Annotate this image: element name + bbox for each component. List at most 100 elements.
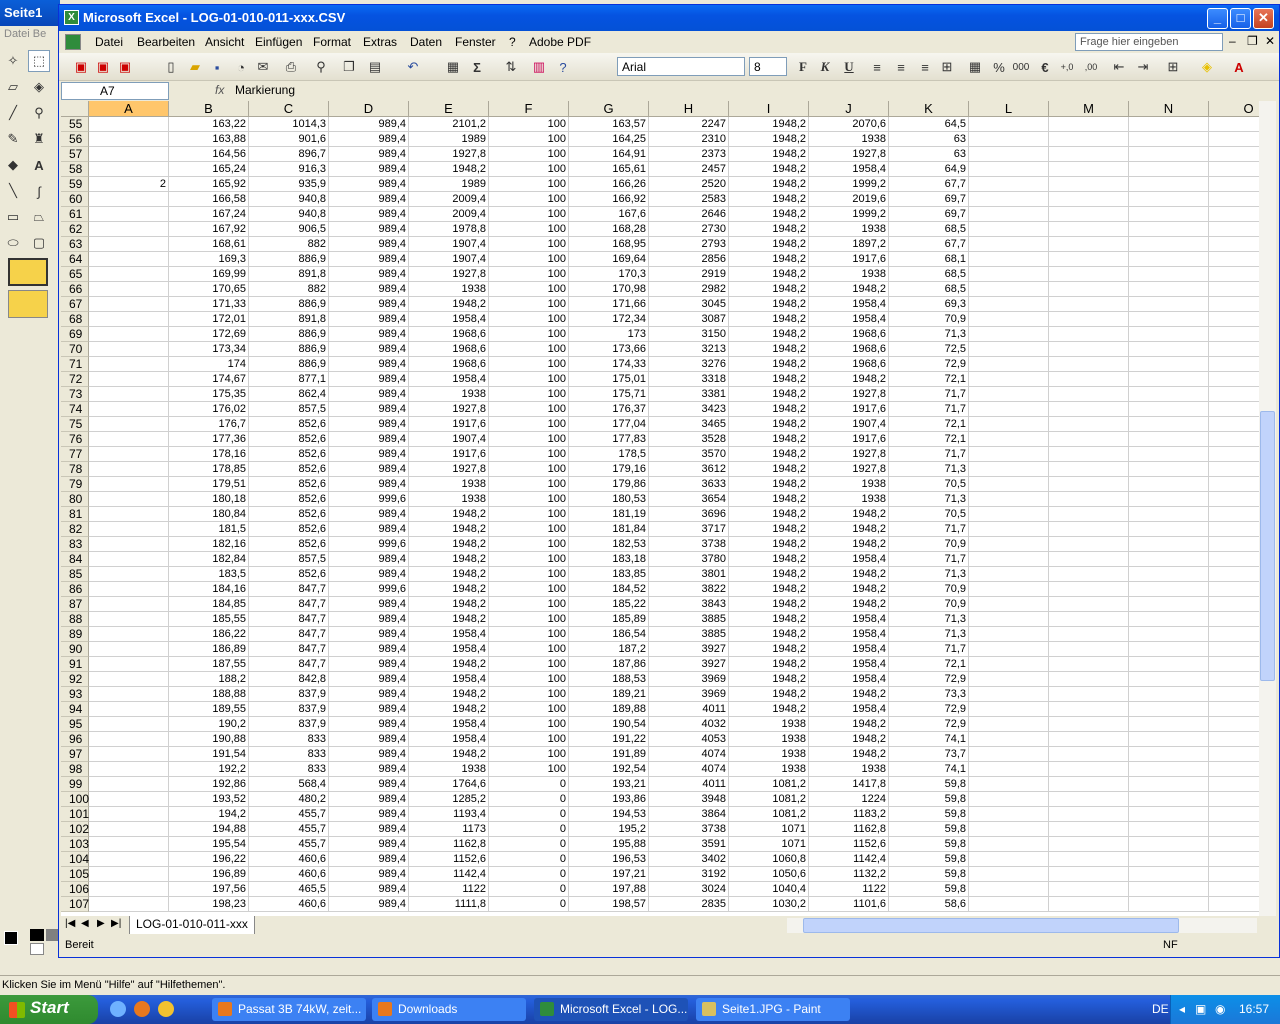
cell[interactable]: 1958,4 (409, 372, 489, 387)
cell[interactable]: 68,1 (889, 252, 969, 267)
cell[interactable]: 68,5 (889, 267, 969, 282)
row-header[interactable]: 91 (61, 657, 89, 672)
cell[interactable] (89, 252, 169, 267)
cell[interactable]: 3612 (649, 462, 729, 477)
align-center-icon[interactable]: ≡ (891, 57, 911, 77)
row-header[interactable]: 71 (61, 357, 89, 372)
cell[interactable] (1129, 837, 1209, 852)
row-header[interactable]: 75 (61, 417, 89, 432)
cell[interactable] (969, 282, 1049, 297)
cell[interactable]: 989,4 (329, 312, 409, 327)
cell[interactable] (1209, 552, 1259, 567)
cell[interactable]: 100 (489, 747, 569, 762)
cell[interactable] (969, 747, 1049, 762)
cell[interactable]: 3885 (649, 627, 729, 642)
cell[interactable]: 0 (489, 882, 569, 897)
cell[interactable] (1209, 222, 1259, 237)
column-header-l[interactable]: L (969, 101, 1049, 117)
cell[interactable] (1049, 657, 1129, 672)
cell[interactable] (1209, 672, 1259, 687)
cell[interactable]: 183,85 (569, 567, 649, 582)
column-header-f[interactable]: F (489, 101, 569, 117)
row-header[interactable]: 64 (61, 252, 89, 267)
cell[interactable] (1049, 837, 1129, 852)
row-header[interactable]: 80 (61, 492, 89, 507)
cell[interactable]: 989,4 (329, 477, 409, 492)
cell[interactable]: 192,2 (169, 762, 249, 777)
cell[interactable]: 100 (489, 672, 569, 687)
cell[interactable]: 190,88 (169, 732, 249, 747)
cell[interactable]: 194,2 (169, 807, 249, 822)
cell[interactable]: 3423 (649, 402, 729, 417)
cell[interactable] (969, 162, 1049, 177)
cell[interactable] (1209, 717, 1259, 732)
cell[interactable] (1209, 207, 1259, 222)
cell[interactable]: 1938 (809, 492, 889, 507)
cell[interactable]: 989,4 (329, 762, 409, 777)
cell[interactable] (1049, 882, 1129, 897)
cell[interactable] (1209, 732, 1259, 747)
row-header[interactable]: 63 (61, 237, 89, 252)
cell[interactable]: 989,4 (329, 417, 409, 432)
cell[interactable]: 989,4 (329, 507, 409, 522)
row-header[interactable]: 84 (61, 552, 89, 567)
cell[interactable] (969, 147, 1049, 162)
cell[interactable]: 180,53 (569, 492, 649, 507)
cell[interactable]: 73,7 (889, 747, 969, 762)
horizontal-scrollbar[interactable] (787, 918, 1257, 933)
cell[interactable]: 100 (489, 657, 569, 672)
cell[interactable]: 1948,2 (729, 612, 809, 627)
cell[interactable] (1209, 342, 1259, 357)
cell[interactable] (1049, 417, 1129, 432)
row-header[interactable]: 90 (61, 642, 89, 657)
percent-icon[interactable]: % (989, 57, 1009, 77)
cell[interactable] (969, 432, 1049, 447)
align-left-icon[interactable]: ≡ (867, 57, 887, 77)
cell[interactable]: 192,54 (569, 762, 649, 777)
cell[interactable]: 455,7 (249, 822, 329, 837)
cell[interactable]: 2457 (649, 162, 729, 177)
cell[interactable]: 3318 (649, 372, 729, 387)
column-header-d[interactable]: D (329, 101, 409, 117)
cell[interactable]: 69,7 (889, 192, 969, 207)
row-header[interactable]: 69 (61, 327, 89, 342)
cell[interactable]: 184,85 (169, 597, 249, 612)
cell[interactable] (1209, 522, 1259, 537)
cell[interactable]: 191,22 (569, 732, 649, 747)
cell[interactable] (969, 642, 1049, 657)
cell[interactable]: 1948,2 (809, 717, 889, 732)
cell[interactable]: 1917,6 (809, 252, 889, 267)
cell[interactable]: 989,4 (329, 177, 409, 192)
cell[interactable]: 1948,2 (729, 417, 809, 432)
cell[interactable]: 847,7 (249, 657, 329, 672)
euro-icon[interactable]: € (1035, 57, 1055, 77)
cell[interactable]: 1132,2 (809, 867, 889, 882)
cell[interactable]: 3717 (649, 522, 729, 537)
cell[interactable]: 71,3 (889, 327, 969, 342)
cell[interactable]: 100 (489, 282, 569, 297)
cell[interactable]: 165,61 (569, 162, 649, 177)
cell[interactable] (969, 357, 1049, 372)
cell[interactable]: 168,61 (169, 237, 249, 252)
column-header-m[interactable]: M (1049, 101, 1129, 117)
cell[interactable]: 1958,4 (409, 642, 489, 657)
cell[interactable]: 4032 (649, 717, 729, 732)
cell[interactable] (1129, 192, 1209, 207)
task-paint[interactable]: Seite1.JPG - Paint (696, 998, 850, 1021)
cell[interactable] (1049, 852, 1129, 867)
cell[interactable]: 71,7 (889, 387, 969, 402)
cell[interactable]: 100 (489, 147, 569, 162)
row-header[interactable]: 101 (61, 807, 89, 822)
cell[interactable] (1049, 687, 1129, 702)
cell[interactable] (1129, 822, 1209, 837)
cell[interactable]: 1030,2 (729, 897, 809, 912)
column-header-i[interactable]: I (729, 101, 809, 117)
cell[interactable]: 0 (489, 867, 569, 882)
cell[interactable]: 59,8 (889, 807, 969, 822)
cell[interactable] (969, 657, 1049, 672)
cell[interactable] (1049, 147, 1129, 162)
cell[interactable] (89, 657, 169, 672)
cell[interactable]: 71,7 (889, 552, 969, 567)
cell[interactable]: 455,7 (249, 807, 329, 822)
cell[interactable] (89, 747, 169, 762)
